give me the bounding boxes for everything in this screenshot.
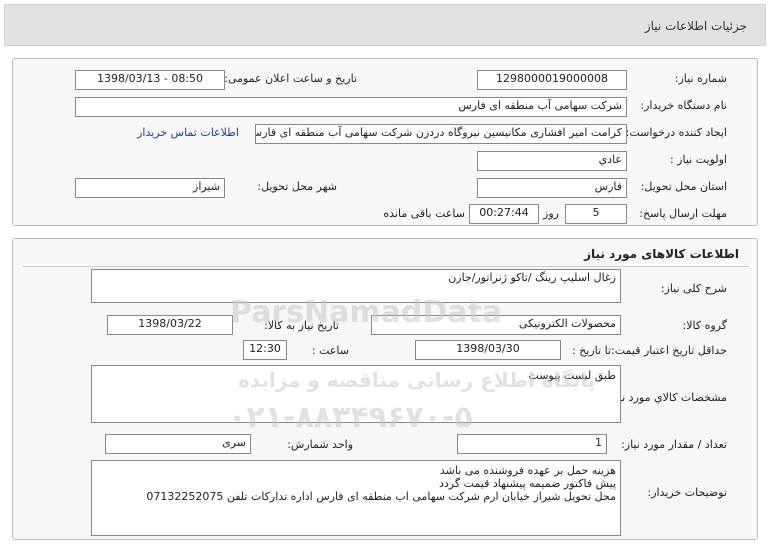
creator-field[interactable]: کرامت امیر افشاری مکانیسین نیروگاه دردزن…	[255, 124, 627, 144]
goods-panel: اطلاعات کالاهای مورد نیاز شرح کلی نیاز: …	[12, 238, 758, 540]
notes-line-1: هزینه حمل بر عهده فروشنده می باشد	[439, 464, 616, 477]
summary-label: شرح کلی نیاز:	[660, 282, 727, 295]
section-divider	[23, 266, 749, 267]
qty-label: تعداد / مقدار مورد نیاز:	[621, 438, 727, 451]
hour-field[interactable]: 12:30	[243, 340, 287, 360]
spec-label: مشخصات کالاي مورد نیاز:	[606, 391, 727, 404]
priority-label: اولویت نیاز :	[669, 153, 727, 166]
need-number-label: شماره نیاز:	[674, 72, 727, 85]
need-number-field[interactable]: 1298000019000008	[477, 70, 627, 90]
unit-label: واحد شمارش:	[287, 438, 353, 451]
city-label: شهر محل تحویل:	[257, 180, 337, 193]
days-field[interactable]: 5	[565, 204, 627, 224]
validity-label: حداقل تاریخ اعتبار قیمت:	[611, 344, 727, 357]
time-field[interactable]: 00:27:44	[469, 204, 539, 224]
group-field[interactable]: محصولات الکترونیکی	[371, 315, 621, 335]
until-date-field[interactable]: 1398/03/30	[415, 340, 561, 360]
need-date-label: تاریخ نیاز به کالا:	[264, 319, 339, 332]
announce-field[interactable]: 1398/03/13 - 08:50	[75, 70, 225, 90]
province-field[interactable]: فارس	[477, 178, 627, 198]
page-title: جزئیات اطلاعات نیاز	[644, 19, 747, 33]
unit-field[interactable]: سری	[105, 434, 251, 454]
notes-line-3: محل تحویل شیراز خیابان ارم شرکت سهامی اب…	[146, 490, 616, 503]
need-date-field[interactable]: 1398/03/22	[107, 315, 233, 335]
page-header: جزئیات اطلاعات نیاز	[4, 4, 766, 46]
buyer-field[interactable]: شرکت سهامی آب منطقه ای فارس	[75, 97, 627, 117]
announce-label: تاریخ و ساعت اعلان عمومی:	[224, 72, 357, 85]
notes-field[interactable]: هزینه حمل بر عهده فروشنده می باشد پیش فا…	[91, 460, 621, 536]
buyer-label: نام دستگاه خریدار:	[640, 99, 727, 112]
contact-buyer-link[interactable]: اطلاعات تماس خریدار	[137, 126, 239, 139]
notes-label: توضیحات خریدار:	[647, 486, 728, 499]
need-info-panel: شماره نیاز: 1298000019000008 تاریخ و ساع…	[12, 58, 758, 226]
spec-field[interactable]: طبق لیست پیوست	[91, 365, 621, 423]
summary-field[interactable]: زغال اسلیپ رینگ /تاکو ژنراتور/جازن	[91, 269, 621, 303]
province-label: استان محل تحویل:	[640, 180, 727, 193]
city-field[interactable]: شیراز	[75, 178, 225, 198]
time-unit-label: ساعت باقی مانده	[383, 207, 465, 220]
group-label: گروه کالا:	[682, 319, 727, 332]
notes-line-2: پیش فاکتور ضمیمه پیشنهاد قیمت گردد	[439, 477, 616, 490]
priority-field[interactable]: عادي	[477, 151, 627, 171]
until-date-label: تا تاریخ :	[572, 344, 611, 357]
deadline-label: مهلت ارسال پاسخ:	[639, 207, 727, 220]
goods-section-title: اطلاعات کالاهای مورد نیاز	[584, 247, 739, 261]
qty-field[interactable]: 1	[457, 434, 607, 454]
hour-label: ساعت :	[311, 344, 349, 357]
creator-label: ایجاد کننده درخواست:	[625, 126, 727, 139]
